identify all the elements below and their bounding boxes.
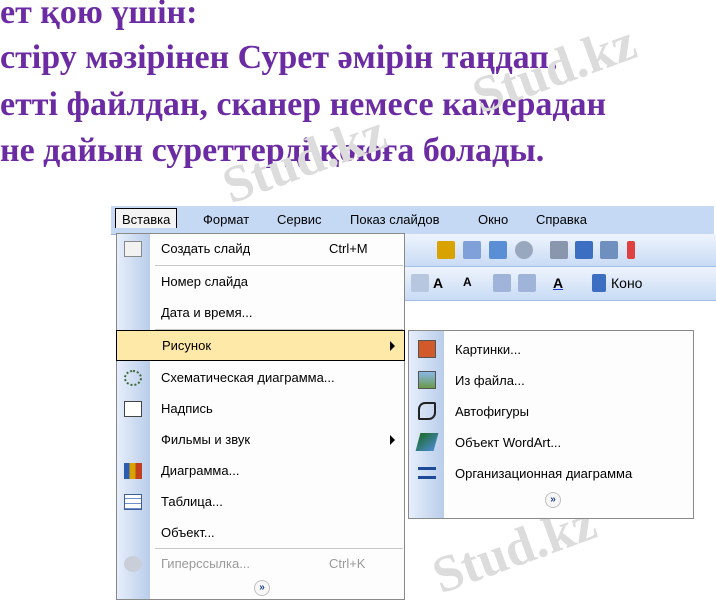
submenu-item-wordart[interactable]: Объект WordArt... xyxy=(409,426,693,457)
insert-menu: Создать слайд Ctrl+M Номер слайда Дата и… xyxy=(116,233,405,600)
formatting-toolbar: A A A Коно xyxy=(405,267,716,301)
design-icon[interactable] xyxy=(592,274,606,292)
menu-format[interactable]: Формат xyxy=(203,212,249,227)
new-slide-icon xyxy=(124,241,142,257)
menu-item-slide-number[interactable]: Номер слайда xyxy=(117,267,404,298)
design-label[interactable]: Коно xyxy=(611,275,642,291)
menu-item-chart[interactable]: Диаграмма... xyxy=(117,456,404,487)
font-color-icon[interactable]: A xyxy=(553,275,563,291)
picture-file-icon xyxy=(418,371,436,389)
autoshapes-icon xyxy=(418,402,436,420)
standard-toolbar xyxy=(405,234,716,267)
menu-item-table[interactable]: Таблица... xyxy=(117,487,404,518)
menu-window[interactable]: Окно xyxy=(478,212,508,227)
picture-submenu: Картинки... Из файла... Автофигуры Объек… xyxy=(408,330,694,519)
org-chart-icon xyxy=(418,467,436,479)
font-shrink-icon[interactable]: A xyxy=(463,275,472,289)
chart-icon[interactable] xyxy=(437,241,455,259)
submenu-item-autoshapes[interactable]: Автофигуры xyxy=(409,395,693,426)
expand-icon[interactable] xyxy=(550,241,568,259)
expand-menu-icon[interactable]: » xyxy=(254,580,270,596)
menu-item-picture[interactable]: Рисунок xyxy=(116,330,405,361)
people-icon[interactable] xyxy=(515,241,533,259)
textbox-icon xyxy=(124,401,142,417)
clipart-icon xyxy=(418,340,436,358)
font-grow-icon[interactable]: A xyxy=(433,275,443,291)
table-icon[interactable] xyxy=(463,241,481,259)
decrease-indent-icon[interactable] xyxy=(493,274,511,292)
submenu-item-org-chart[interactable]: Организационная диаграмма xyxy=(409,457,693,488)
submenu-item-from-file[interactable]: Из файла... xyxy=(409,364,693,395)
wordart-icon xyxy=(415,433,439,451)
expand-submenu-icon[interactable]: » xyxy=(545,492,561,508)
menu-bar: Вставка Формат Сервис Показ слайдов Окно… xyxy=(111,206,714,235)
menu-insert[interactable]: Вставка xyxy=(115,208,178,228)
submenu-item-clipart[interactable]: Картинки... xyxy=(409,333,693,364)
increase-indent-icon[interactable] xyxy=(518,274,536,292)
menu-item-diagram[interactable]: Схематическая диаграмма... xyxy=(117,363,404,394)
menu-help[interactable]: Справка xyxy=(536,212,587,227)
menu-slideshow[interactable]: Показ слайдов xyxy=(350,212,440,227)
diagram-icon xyxy=(124,370,142,386)
menu-item-hyperlink: Гиперссылка... Ctrl+K xyxy=(117,549,404,580)
menu-item-textbox[interactable]: Надпись xyxy=(117,394,404,425)
format-icon[interactable] xyxy=(575,241,593,259)
grid-icon[interactable] xyxy=(600,241,618,259)
submenu-arrow-icon xyxy=(390,435,395,445)
submenu-arrow-icon xyxy=(390,341,395,351)
menu-item-object[interactable]: Объект... xyxy=(117,518,404,549)
table-icon xyxy=(124,494,142,510)
menu-item-movies-sound[interactable]: Фильмы и звук xyxy=(117,425,404,456)
chart-icon xyxy=(124,463,142,479)
list-icon[interactable] xyxy=(411,274,429,292)
edit-icon[interactable] xyxy=(489,241,507,259)
heading-line-1: ет қою үшін: xyxy=(0,0,198,31)
menu-service[interactable]: Сервис xyxy=(277,212,322,227)
color-icon[interactable] xyxy=(627,241,635,259)
menu-item-date-time[interactable]: Дата и время... xyxy=(117,298,404,329)
hyperlink-icon xyxy=(124,556,142,572)
menu-item-new-slide[interactable]: Создать слайд Ctrl+M xyxy=(117,234,404,265)
